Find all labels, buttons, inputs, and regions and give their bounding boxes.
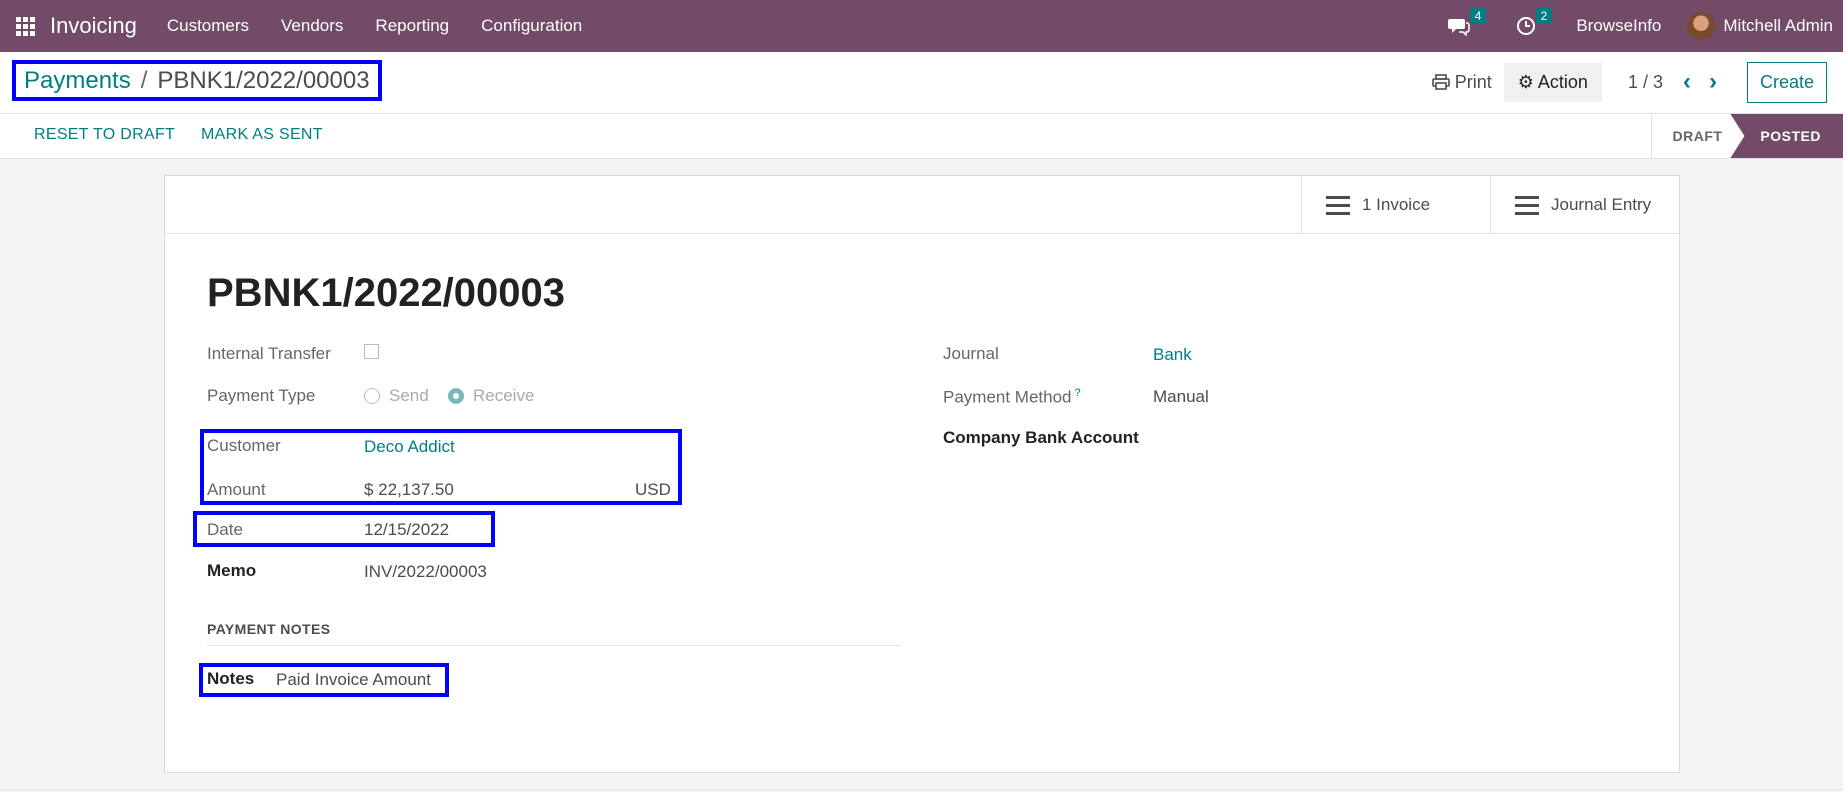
payment-type-send-radio[interactable] xyxy=(364,388,380,404)
list-icon xyxy=(1326,195,1350,215)
internal-transfer-checkbox[interactable] xyxy=(364,344,379,359)
pager-value[interactable]: 1 / 3 xyxy=(1628,72,1663,93)
messages-badge: 4 xyxy=(1469,8,1487,24)
form-sheet: 1 Invoice Journal Entry PBNK1/2022/00003… xyxy=(164,175,1680,773)
printer-icon xyxy=(1431,74,1450,90)
menu-reporting[interactable]: Reporting xyxy=(375,16,449,36)
help-icon[interactable]: ? xyxy=(1075,387,1081,399)
breadcrumb: Payments / PBNK1/2022/00003 xyxy=(12,60,382,101)
invoice-smart-button[interactable]: 1 Invoice xyxy=(1301,176,1491,234)
chat-icon xyxy=(1448,19,1471,36)
company-bank-account-label: Company Bank Account xyxy=(943,428,1139,447)
chevron-left-icon[interactable]: ‹ xyxy=(1683,70,1691,94)
stage-indicator: DRAFT POSTED xyxy=(1651,114,1843,158)
control-panel: Payments / PBNK1/2022/00003 Print ⚙ Acti… xyxy=(0,52,1843,114)
payment-method-label: Payment Method? xyxy=(943,387,1081,407)
messages-button[interactable]: 4 xyxy=(1448,8,1487,36)
top-navbar: Invoicing Customers Vendors Reporting Co… xyxy=(0,0,1843,52)
date-label: Date xyxy=(207,520,243,539)
menu-configuration[interactable]: Configuration xyxy=(481,16,582,36)
journal-label: Journal xyxy=(943,344,999,363)
currency-field[interactable]: USD xyxy=(635,480,671,500)
amount-label: Amount xyxy=(207,480,266,499)
apps-menu-icon[interactable] xyxy=(0,0,50,52)
gear-icon: ⚙ xyxy=(1517,71,1534,92)
print-label: Print xyxy=(1454,71,1492,92)
notes-field[interactable]: Paid Invoice Amount xyxy=(276,670,431,690)
journal-entry-smart-button[interactable]: Journal Entry xyxy=(1490,176,1680,234)
clock-icon xyxy=(1517,17,1536,35)
smart-button-box: 1 Invoice Journal Entry xyxy=(165,176,1679,234)
journal-field[interactable]: Bank xyxy=(1153,345,1192,365)
company-switcher[interactable]: BrowseInfo xyxy=(1576,16,1661,36)
payment-type-label: Payment Type xyxy=(207,386,316,405)
status-bar: RESET TO DRAFT MARK AS SENT DRAFT POSTED xyxy=(0,114,1843,159)
payment-type-receive-radio[interactable] xyxy=(448,388,464,404)
app-name[interactable]: Invoicing xyxy=(50,13,137,39)
stage-posted[interactable]: POSTED xyxy=(1730,114,1843,158)
activities-badge: 2 xyxy=(1535,8,1553,24)
user-avatar[interactable] xyxy=(1687,12,1716,40)
internal-transfer-label: Internal Transfer xyxy=(207,344,331,363)
payment-method-field[interactable]: Manual xyxy=(1153,387,1209,407)
reset-to-draft-button[interactable]: RESET TO DRAFT xyxy=(34,126,175,144)
menu-customers[interactable]: Customers xyxy=(167,16,249,36)
create-button[interactable]: Create xyxy=(1746,61,1827,103)
action-button[interactable]: ⚙ Action xyxy=(1503,62,1602,102)
action-label: Action xyxy=(1537,71,1588,92)
list-icon xyxy=(1515,195,1539,215)
journal-entry-smart-label: Journal Entry xyxy=(1551,195,1652,214)
page-bottom-divider xyxy=(0,789,1843,790)
customer-label: Customer xyxy=(207,436,281,455)
print-button[interactable]: Print xyxy=(1431,71,1492,93)
menu-vendors[interactable]: Vendors xyxy=(281,16,343,36)
invoice-smart-label: 1 Invoice xyxy=(1362,195,1431,214)
mark-as-sent-button[interactable]: MARK AS SENT xyxy=(201,126,323,144)
amount-field[interactable]: $ 22,137.50 xyxy=(364,480,454,500)
date-field[interactable]: 12/15/2022 xyxy=(364,520,449,540)
memo-field[interactable]: INV/2022/00003 xyxy=(364,562,487,582)
breadcrumb-separator: / xyxy=(140,66,148,94)
payment-notes-section-title: PAYMENT NOTES xyxy=(207,621,900,646)
breadcrumb-payments-link[interactable]: Payments xyxy=(24,67,131,95)
customer-field[interactable]: Deco Addict xyxy=(364,437,455,457)
stage-draft[interactable]: DRAFT xyxy=(1651,114,1745,158)
record-title: PBNK1/2022/00003 xyxy=(207,271,566,315)
payment-type-receive-label[interactable]: Receive xyxy=(473,386,534,406)
user-menu[interactable]: Mitchell Admin xyxy=(1723,16,1833,36)
notes-label: Notes xyxy=(207,669,255,688)
activities-button[interactable]: 2 xyxy=(1516,8,1553,36)
payment-type-send-label[interactable]: Send xyxy=(389,386,429,406)
chevron-right-icon[interactable]: › xyxy=(1709,70,1717,94)
memo-label: Memo xyxy=(207,561,257,580)
breadcrumb-current: PBNK1/2022/00003 xyxy=(157,66,370,94)
